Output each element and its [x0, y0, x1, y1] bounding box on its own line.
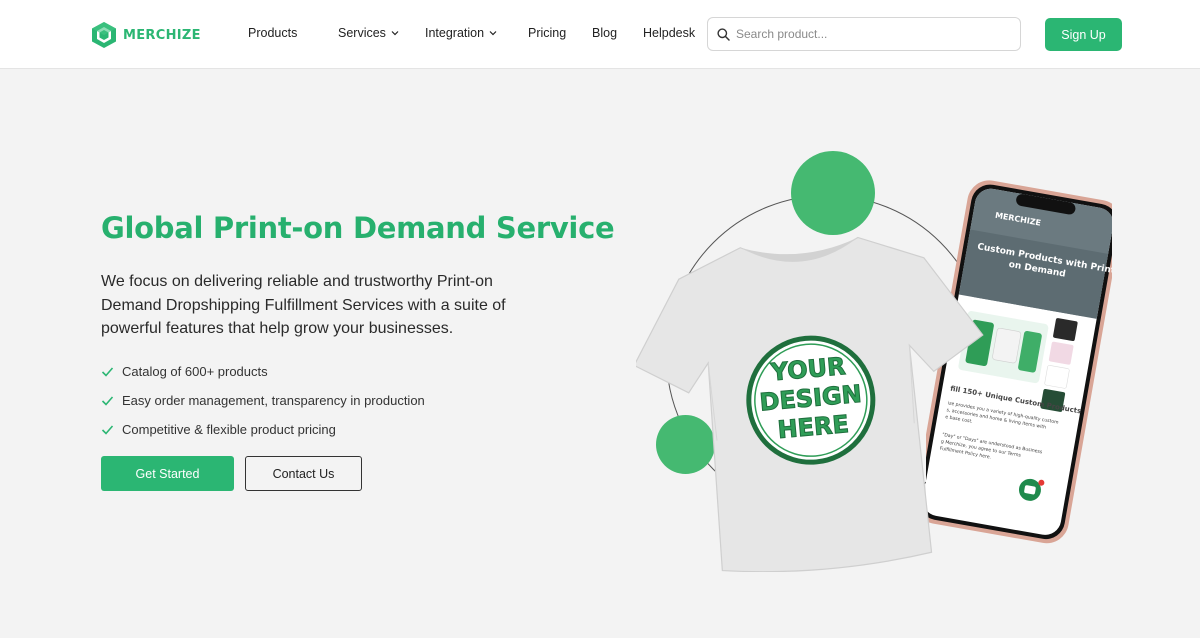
- get-started-button[interactable]: Get Started: [101, 456, 234, 491]
- hero-title: Global Print-on Demand Service: [101, 211, 615, 245]
- hero-illustration: MERCHIZE Custom Products with Print on D…: [620, 140, 1140, 580]
- brand-name: MERCHIZE: [123, 27, 201, 43]
- checkmark-icon: [101, 367, 114, 377]
- feature-item: Catalog of 600+ products: [101, 357, 425, 386]
- nav-label: Pricing: [528, 26, 567, 40]
- nav-pricing[interactable]: Pricing: [528, 26, 566, 40]
- chevron-down-icon: [391, 31, 399, 36]
- nav-label: Helpdesk: [643, 26, 696, 40]
- nav-label: Blog: [592, 26, 618, 40]
- nav-label: Services: [338, 26, 386, 40]
- nav-integration[interactable]: Integration: [425, 26, 497, 40]
- chevron-down-icon: [489, 31, 497, 36]
- contact-us-button[interactable]: Contact Us: [245, 456, 362, 491]
- feature-text: Catalog of 600+ products: [122, 364, 268, 379]
- feature-item: Competitive & flexible product pricing: [101, 415, 425, 444]
- search-icon: [717, 27, 730, 41]
- decorative-circle-large: [791, 151, 875, 235]
- search-input[interactable]: [736, 27, 1016, 41]
- checkmark-icon: [101, 425, 114, 435]
- nav-label: Integration: [425, 26, 485, 40]
- sign-up-button[interactable]: Sign Up: [1045, 18, 1122, 51]
- nav-helpdesk[interactable]: Helpdesk: [643, 26, 695, 40]
- nav-blog[interactable]: Blog: [592, 26, 617, 40]
- feature-text: Competitive & flexible product pricing: [122, 422, 336, 437]
- feature-item: Easy order management, transparency in p…: [101, 386, 425, 415]
- hero-description: We focus on delivering reliable and trus…: [101, 273, 506, 337]
- search-box[interactable]: [707, 17, 1021, 51]
- checkmark-icon: [101, 396, 114, 406]
- merchize-logo-icon: [92, 22, 116, 48]
- feature-text: Easy order management, transparency in p…: [122, 393, 425, 408]
- nav-products[interactable]: Products: [248, 26, 297, 40]
- tshirt-mockup: YOUR DESIGN HERE: [636, 236, 984, 572]
- feature-list: Catalog of 600+ products Easy order mana…: [101, 357, 425, 444]
- brand-logo[interactable]: MERCHIZE: [89, 20, 201, 50]
- nav-label: Products: [248, 26, 298, 40]
- site-header: MERCHIZE Products Services Integration P…: [0, 0, 1200, 69]
- nav-services[interactable]: Services: [338, 26, 399, 40]
